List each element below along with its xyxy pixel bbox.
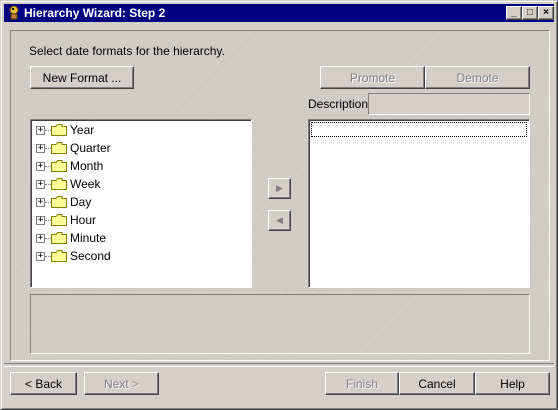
next-button[interactable]: Next > (84, 372, 159, 395)
new-format-label: New Format ... (42, 70, 122, 85)
folder-icon (51, 232, 67, 244)
right-arrow-icon: ▶ (276, 183, 283, 193)
folder-icon (51, 142, 67, 154)
cancel-button[interactable]: Cancel (399, 372, 475, 395)
tree-item-week[interactable]: + Week (31, 175, 231, 193)
promote-button[interactable]: Promote (320, 66, 425, 89)
new-format-button[interactable]: New Format ... (30, 66, 134, 89)
tree-item-label: Hour (70, 213, 97, 227)
window-title: Hierarchy Wizard: Step 2 (24, 6, 166, 20)
demote-button[interactable]: Demote (425, 66, 530, 89)
tree-item-label: Quarter (70, 141, 111, 155)
tree-item-label: Month (70, 159, 104, 173)
finish-label: Finish (345, 376, 378, 391)
tree-item-label: Minute (70, 231, 107, 245)
minimize-button[interactable]: _ (506, 6, 522, 20)
wizard-panel: Select date formats for the hierarchy. N… (10, 30, 550, 361)
wizard-icon (9, 5, 19, 20)
next-label: Next > (103, 376, 139, 391)
expand-icon[interactable]: + (36, 180, 45, 189)
folder-icon (51, 214, 67, 226)
list-focus-row[interactable] (311, 122, 527, 137)
expand-icon[interactable]: + (36, 252, 45, 261)
back-label: < Back (24, 376, 63, 391)
expand-icon[interactable]: + (36, 162, 45, 171)
tree-item-label: Year (70, 123, 95, 137)
tree-item-year[interactable]: + Year (31, 121, 231, 139)
description-area (30, 294, 530, 354)
folder-icon (51, 196, 67, 208)
back-button[interactable]: < Back (10, 372, 77, 395)
title-bar[interactable]: Hierarchy Wizard: Step 2 _ □ × (4, 4, 554, 22)
expand-icon[interactable]: + (36, 216, 45, 225)
button-separator (4, 363, 554, 367)
expand-icon[interactable]: + (36, 198, 45, 207)
tree-item-label: Week (70, 177, 101, 191)
folder-icon (51, 160, 67, 172)
description-field[interactable] (368, 93, 530, 115)
remove-arrow-button[interactable]: ◀ (268, 210, 291, 231)
description-label: Description: (308, 97, 372, 111)
hierarchy-wizard-window: Hierarchy Wizard: Step 2 _ □ × Select da… (0, 0, 558, 410)
demote-label: Demote (456, 70, 499, 85)
tree-item-label: Day (70, 195, 92, 209)
available-formats-tree[interactable]: + Year + Quarter + Month + Week + Day + … (30, 119, 252, 288)
folder-icon (51, 124, 67, 136)
tree-item-quarter[interactable]: + Quarter (31, 139, 231, 157)
tree-item-minute[interactable]: + Minute (31, 229, 231, 247)
tree-item-day[interactable]: + Day (31, 193, 231, 211)
cancel-label: Cancel (418, 376, 456, 391)
left-arrow-icon: ◀ (276, 215, 283, 225)
tree-item-hour[interactable]: + Hour (31, 211, 231, 229)
selected-formats-list[interactable] (308, 119, 530, 288)
finish-button[interactable]: Finish (325, 372, 399, 395)
promote-label: Promote (349, 70, 396, 85)
add-arrow-button[interactable]: ▶ (268, 178, 291, 199)
tree-item-second[interactable]: + Second (31, 247, 231, 265)
expand-icon[interactable]: + (36, 234, 45, 243)
expand-icon[interactable]: + (36, 126, 45, 135)
instruction-text: Select date formats for the hierarchy. (29, 44, 225, 58)
help-button[interactable]: Help (475, 372, 550, 395)
close-button[interactable]: × (538, 6, 554, 20)
tree-item-month[interactable]: + Month (31, 157, 231, 175)
folder-icon (51, 250, 67, 262)
tree-item-label: Second (70, 249, 111, 263)
maximize-button[interactable]: □ (522, 6, 538, 20)
help-label: Help (500, 376, 525, 391)
folder-icon (51, 178, 67, 190)
expand-icon[interactable]: + (36, 144, 45, 153)
